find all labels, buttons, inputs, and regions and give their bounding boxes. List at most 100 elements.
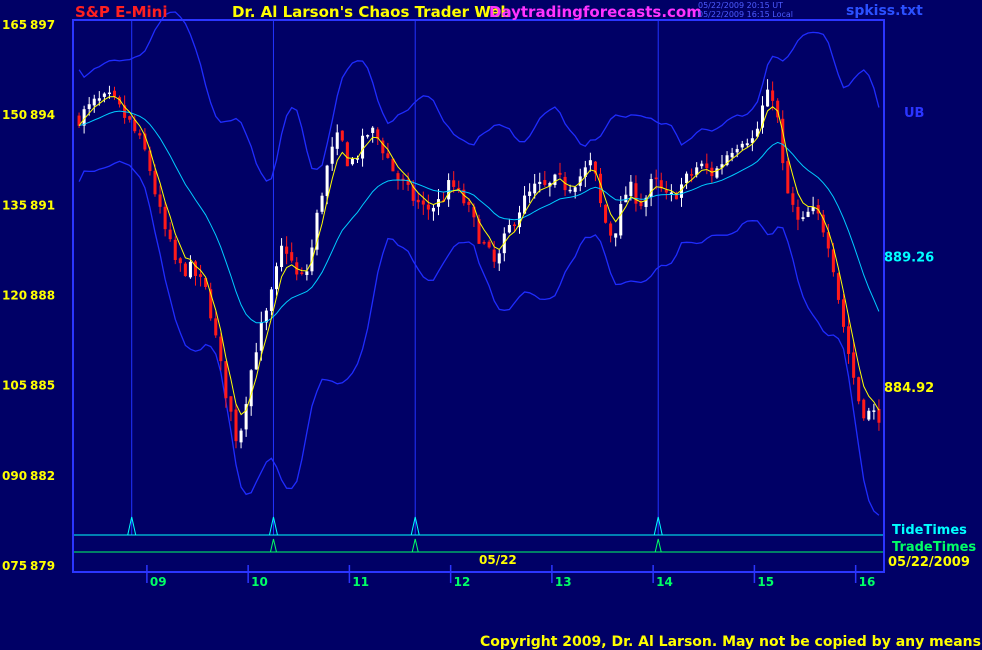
candle-body — [801, 217, 805, 219]
candle-body — [158, 194, 162, 207]
candle-body — [325, 165, 329, 197]
candle-body — [735, 148, 739, 153]
candle-body — [249, 370, 253, 407]
candle-body — [107, 92, 111, 95]
candle-body — [614, 233, 618, 238]
candle-body — [836, 273, 840, 300]
candle-body — [705, 163, 709, 169]
candle-body — [224, 361, 228, 399]
candle-body — [361, 135, 365, 159]
candle-body — [259, 322, 263, 351]
timestamp-local: 05/22/2009 16:15 Local — [698, 10, 793, 19]
candle-body — [421, 200, 425, 205]
candle-body — [806, 211, 810, 217]
candle-body — [188, 261, 192, 278]
candle-body — [178, 258, 182, 264]
candle-body — [92, 98, 96, 106]
candle-body — [350, 159, 354, 165]
candle-body — [740, 143, 744, 148]
y-tick-label-left: 090 — [2, 469, 27, 483]
x-tick-label: 09 — [150, 575, 167, 589]
candle-body — [538, 181, 542, 185]
candle-body — [128, 116, 132, 120]
candle-body — [173, 239, 177, 261]
candle-body — [300, 272, 304, 274]
candle-body — [254, 352, 258, 370]
candle-body — [604, 204, 608, 223]
candle-body — [700, 163, 704, 167]
candle-body — [507, 225, 511, 233]
candle-body — [426, 204, 430, 210]
candle-body — [153, 170, 157, 195]
x-tick-label: 12 — [454, 575, 471, 589]
candle-body — [867, 410, 871, 420]
candle-body — [330, 146, 334, 164]
candle-body — [452, 180, 456, 187]
candle-body — [543, 180, 547, 185]
candle-body — [654, 177, 658, 180]
file-name: spkiss.txt — [846, 3, 923, 19]
candle-body — [588, 160, 592, 166]
x-tick-label: 16 — [859, 575, 876, 589]
legend-tide-times: TideTimes — [892, 523, 967, 538]
candle-body — [771, 90, 775, 101]
candle-body — [234, 409, 238, 442]
candle-body — [345, 142, 349, 167]
y-tick-label-right: 897 — [30, 18, 55, 32]
x-tick-label: 11 — [352, 575, 369, 589]
candle-body — [386, 153, 390, 158]
candle-body — [274, 266, 279, 290]
candle-body — [199, 274, 203, 277]
chart-canvas: 165 897150 894135 891120 888105 885090 882075 8… — [0, 0, 982, 650]
candle-body — [163, 206, 167, 230]
candle-body — [609, 223, 613, 236]
candle-body — [796, 206, 800, 220]
candle-body — [786, 161, 790, 194]
candle-body — [841, 299, 846, 327]
candle-body — [877, 408, 881, 423]
candle-body — [467, 201, 471, 205]
candle-body — [872, 410, 876, 412]
y-tick-label-left: 075 — [2, 559, 27, 573]
candle-body — [290, 252, 294, 261]
candle-body — [183, 263, 187, 277]
candle-body — [558, 172, 562, 175]
candle-body — [371, 127, 375, 133]
candle-body — [305, 271, 309, 275]
candle-body — [497, 253, 501, 264]
candle-body — [857, 377, 861, 402]
candle-body — [447, 180, 451, 200]
legend-trade-times: TradeTimes — [892, 540, 976, 555]
candle-body — [320, 195, 324, 212]
session-date-label: 05/22 — [479, 553, 517, 567]
ub-label: UB — [904, 106, 924, 121]
x-tick-label: 15 — [757, 575, 774, 589]
y-tick-label-left: 150 — [2, 108, 27, 122]
candle-body — [629, 181, 633, 197]
y-tick-label-right: 888 — [30, 288, 55, 302]
footer-date: 05/22/2009 — [888, 555, 970, 570]
candle-body — [492, 249, 496, 262]
y-tick-label-right: 879 — [30, 559, 55, 573]
ema-long-price-label: 889.26 — [884, 251, 934, 266]
candle-body — [168, 229, 172, 240]
candle-body — [97, 98, 101, 101]
ema-short-price-label: 884.92 — [884, 381, 934, 396]
candle-body — [533, 183, 537, 194]
y-tick-label-left: 105 — [2, 379, 27, 393]
candle-body — [664, 189, 668, 193]
candle-body — [745, 143, 749, 146]
candle-body — [512, 224, 516, 227]
candle-body — [553, 174, 557, 185]
candle-body — [730, 152, 734, 158]
candle-body — [669, 192, 673, 194]
candle-body — [366, 135, 370, 137]
candle-body — [229, 396, 233, 412]
candle-body — [431, 207, 435, 212]
candle-body — [214, 318, 218, 336]
candle-body — [285, 246, 289, 254]
candle-body — [685, 173, 689, 184]
candle-body — [847, 326, 851, 354]
candle-body — [573, 187, 577, 192]
candle-body — [862, 399, 866, 419]
